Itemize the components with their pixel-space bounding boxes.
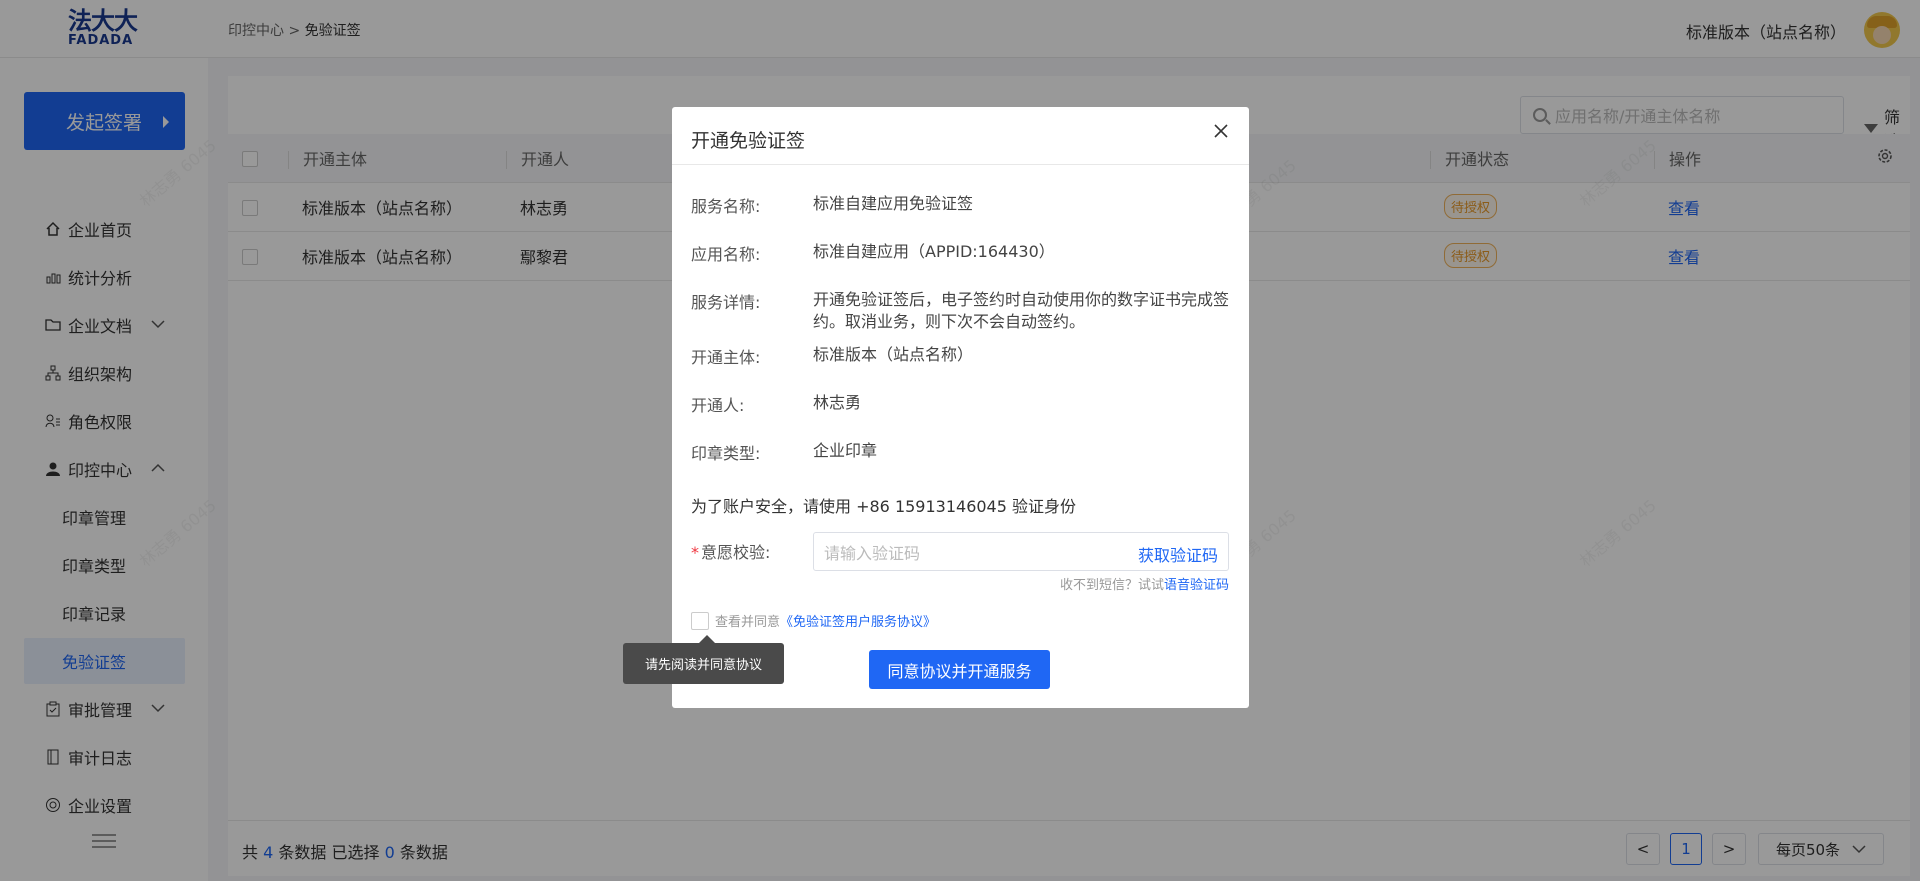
field-label: 服务详情: xyxy=(691,293,761,312)
dialog-title: 开通免验证签 xyxy=(691,130,806,152)
verification-code-placeholder: 请输入验证码 xyxy=(824,543,921,563)
agreement-row: 查看并同意 《免验证签用户服务协议》 xyxy=(691,611,936,630)
close-icon[interactable] xyxy=(1211,123,1231,143)
agreement-checkbox[interactable] xyxy=(691,611,709,630)
verify-label: * 意愿校验: xyxy=(691,543,771,562)
agree-and-enable-button[interactable]: 同意协议并开通服务 xyxy=(869,650,1050,689)
exempt-sign-dialog: 开通免验证签 服务名称: 标准自建应用免验证签 应用名称: 标准自建应用（APP… xyxy=(672,107,1249,708)
sms-hint: 收不到短信？试试语音验证码 xyxy=(1059,578,1229,593)
dialog-header: 开通免验证签 xyxy=(672,107,1249,165)
voice-code-link[interactable]: 语音验证码 xyxy=(1164,578,1229,593)
field-label: 印章类型: xyxy=(691,444,761,463)
field-label: 开通人: xyxy=(691,396,745,415)
agreement-link[interactable]: 《免验证签用户服务协议》 xyxy=(780,611,936,630)
field-value: 林志勇 xyxy=(813,393,862,412)
verification-notice: 为了账户安全，请使用 +86 15913146045 验证身份 xyxy=(691,497,1077,516)
field-value: 开通免验证签后，电子签约时自动使用你的数字证书完成签约。取消业务，则下次不会自动… xyxy=(813,290,1230,331)
field-value: 标准版本（站点名称） xyxy=(813,345,974,364)
field-value: 企业印章 xyxy=(813,441,878,460)
field-label: 服务名称: xyxy=(691,197,761,216)
field-value: 标准自建应用（APPID:164430） xyxy=(813,242,1055,261)
agreement-tooltip: 请先阅读并同意协议 xyxy=(623,635,784,684)
field-label: 应用名称: xyxy=(691,245,761,264)
field-value: 标准自建应用免验证签 xyxy=(813,194,974,213)
required-asterisk: * xyxy=(691,543,699,562)
verification-code-input[interactable]: 请输入验证码 获取验证码 xyxy=(813,532,1229,571)
field-label: 开通主体: xyxy=(691,348,761,367)
get-code-button[interactable]: 获取验证码 xyxy=(1138,542,1218,566)
